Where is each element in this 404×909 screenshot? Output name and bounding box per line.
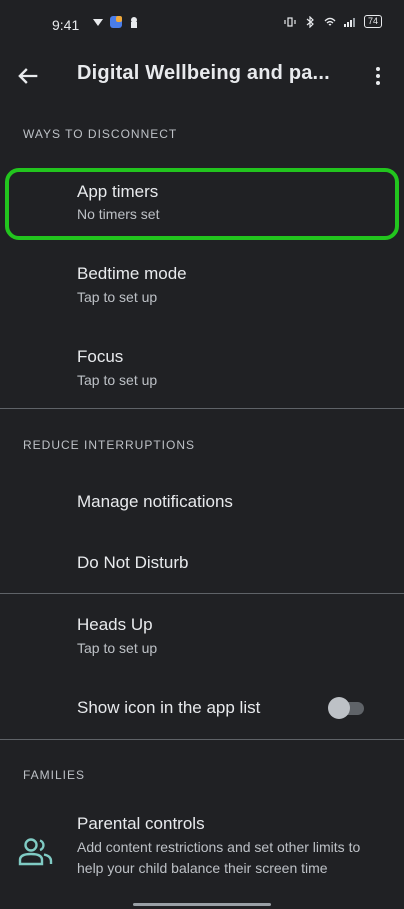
status-system-icons: 74 <box>284 15 382 28</box>
item-subtitle: Tap to set up <box>77 289 158 305</box>
item-title: Manage notifications <box>77 492 233 511</box>
app-icon <box>110 16 122 28</box>
section-divider <box>0 408 404 409</box>
status-notification-icons <box>92 16 140 28</box>
highlight-outline <box>5 168 399 240</box>
section-header-families: FAMILIES <box>23 768 86 782</box>
lock-icon <box>131 17 137 28</box>
show-icon-toggle[interactable] <box>326 697 366 719</box>
vibrate-icon <box>284 16 296 27</box>
notification-icon <box>93 19 103 26</box>
more-vert-icon[interactable] <box>366 62 390 90</box>
list-item-bedtime-mode[interactable]: Bedtime mode Tap to set up <box>0 252 404 324</box>
section-header-disconnect: WAYS TO DISCONNECT <box>23 127 178 141</box>
item-subtitle: Tap to set up <box>77 640 158 656</box>
family-icon <box>18 838 53 866</box>
section-divider <box>0 593 404 594</box>
signal-icon <box>343 17 355 27</box>
item-title: Parental controls <box>77 814 205 833</box>
parental-controls-description: Add content restrictions and set other l… <box>77 839 361 876</box>
page-title: Digital Wellbeing and pa... <box>77 62 330 84</box>
item-title: Bedtime mode <box>77 264 187 283</box>
arrow-back-icon[interactable] <box>14 62 42 90</box>
list-item-manage-notifications[interactable]: Manage notifications <box>0 475 404 533</box>
section-header-interruptions: REDUCE INTERRUPTIONS <box>23 438 196 452</box>
section-divider <box>0 739 404 740</box>
gesture-navigation-bar[interactable] <box>133 903 271 906</box>
item-title: Do Not Disturb <box>77 553 189 572</box>
item-title: Focus <box>77 347 124 366</box>
wifi-icon <box>324 17 336 25</box>
item-title: Heads Up <box>77 615 153 634</box>
item-subtitle: Tap to set up <box>77 372 158 388</box>
list-item-heads-up[interactable]: Heads Up Tap to set up <box>0 603 404 675</box>
bluetooth-icon <box>306 15 314 28</box>
item-title: Show icon in the app list <box>77 698 261 717</box>
list-item-focus[interactable]: Focus Tap to set up <box>0 335 404 407</box>
app-bar: Digital Wellbeing and pa... <box>0 52 404 98</box>
status-bar: 9:41 74 <box>0 0 404 52</box>
status-time: 9:41 <box>52 17 80 33</box>
battery-icon: 74 <box>363 15 382 28</box>
toggle-thumb <box>328 697 350 719</box>
list-item-do-not-disturb[interactable]: Do Not Disturb <box>0 537 404 593</box>
